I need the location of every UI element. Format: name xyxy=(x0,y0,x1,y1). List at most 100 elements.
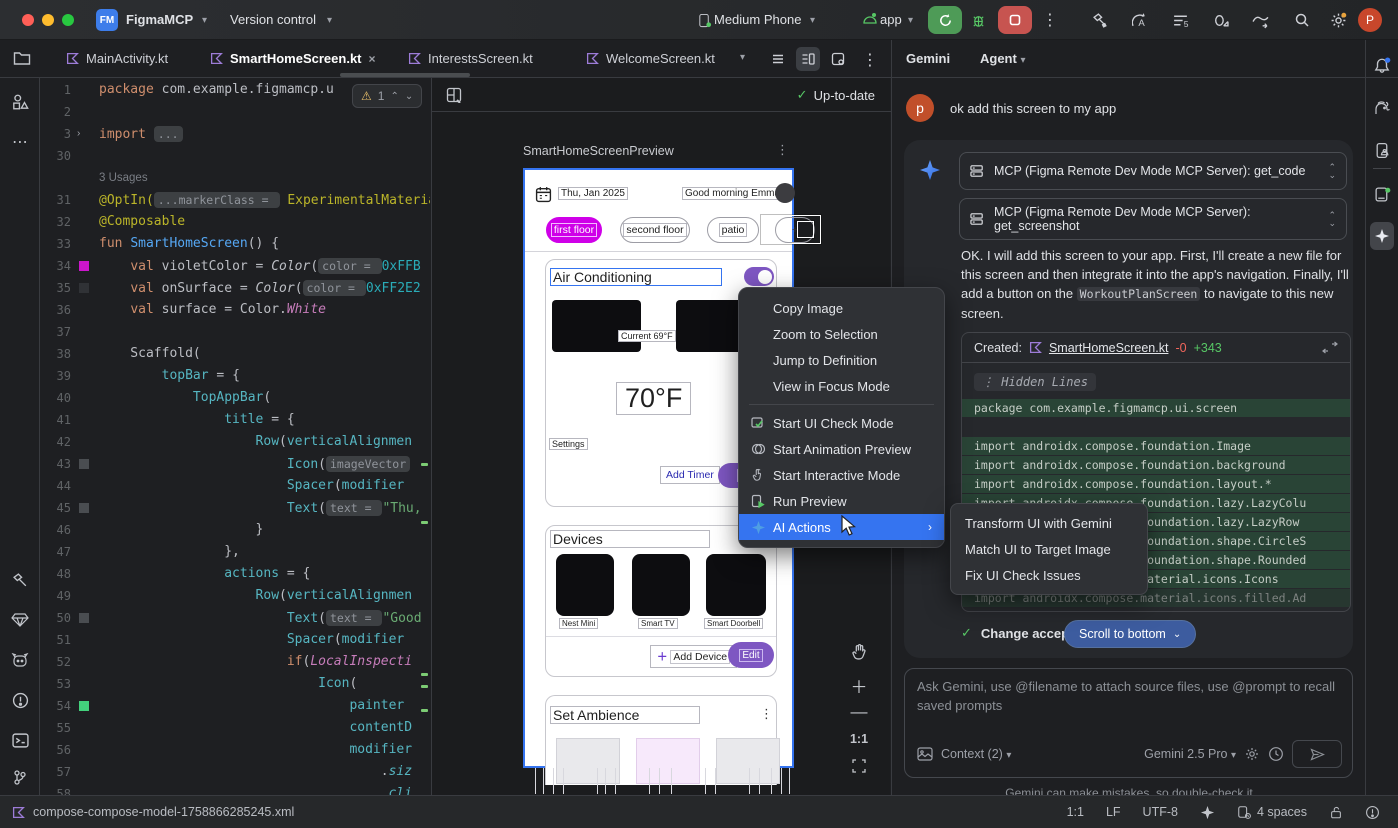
code-view-button[interactable] xyxy=(766,47,790,71)
debug-icon[interactable] xyxy=(968,10,988,30)
menu-item-match-ui[interactable]: Match UI to Target Image xyxy=(951,536,1147,562)
zoom-to-fit-button[interactable] xyxy=(846,753,872,779)
tab-list-chevron[interactable]: ▾ xyxy=(740,52,745,63)
open-diff-icon[interactable] xyxy=(1322,341,1338,355)
next-warning-chevron[interactable]: ⌄ xyxy=(405,91,413,102)
resource-manager-icon[interactable] xyxy=(8,90,32,114)
terminal-icon[interactable] xyxy=(8,728,32,752)
design-view-button[interactable] xyxy=(826,47,850,71)
notifications-bell-icon[interactable] xyxy=(1370,54,1394,78)
device-tile[interactable] xyxy=(706,554,766,616)
chip-second-floor[interactable]: second floor xyxy=(620,217,690,243)
stop-button[interactable] xyxy=(998,6,1032,34)
close-tab-icon[interactable]: × xyxy=(369,52,376,66)
zoom-level-label[interactable]: 1:1 xyxy=(846,726,872,752)
send-button[interactable] xyxy=(1292,740,1342,768)
close-window-button[interactable] xyxy=(22,14,34,26)
expand-chevrons-icon[interactable]: ⌃⌄ xyxy=(1328,163,1336,179)
chat-mode-selector[interactable]: Agent ▾ xyxy=(980,51,1026,66)
search-icon[interactable] xyxy=(1292,10,1312,30)
status-sparkle-icon[interactable] xyxy=(1200,805,1215,820)
caret-position[interactable]: 1:1 xyxy=(1067,805,1084,819)
zoom-in-button[interactable]: ＋ xyxy=(846,672,872,698)
scroll-to-bottom-button[interactable]: Scroll to bottom⌄ xyxy=(1064,620,1196,648)
profile-avatar-circle[interactable] xyxy=(775,183,795,203)
pan-hand-icon[interactable] xyxy=(846,638,872,664)
hammer-play-icon[interactable] xyxy=(1090,10,1110,30)
vcs-menu[interactable]: Version control xyxy=(230,12,316,27)
tool-call-get-code[interactable]: MCP (Figma Remote Dev Mode MCP Server): … xyxy=(959,152,1347,190)
add-device-button[interactable]: ＋ Add Device xyxy=(650,645,737,668)
git-branch-icon[interactable] xyxy=(8,765,32,789)
problems-icon[interactable] xyxy=(8,688,32,712)
edit-button[interactable]: Edit xyxy=(728,642,774,668)
logcat-cat-icon[interactable] xyxy=(8,648,32,672)
preview-menu-kebab[interactable]: ⋮ xyxy=(776,142,789,158)
device-selector[interactable]: Medium Phone xyxy=(714,12,801,27)
project-selector[interactable]: FigmaMCP xyxy=(126,12,193,27)
menu-item-copy-image[interactable]: Copy Image xyxy=(739,295,944,321)
tab-welcomescreen[interactable]: WelcomeScreen.kt xyxy=(576,40,725,77)
menu-item-run-preview[interactable]: Run Preview xyxy=(739,488,944,514)
error-circle-icon[interactable] xyxy=(1365,805,1380,820)
todo-list-icon[interactable]: 5 xyxy=(1170,10,1190,30)
tab-mainactivity[interactable]: MainActivity.kt xyxy=(56,40,178,77)
file-encoding[interactable]: UTF-8 xyxy=(1143,805,1178,819)
device-manager-icon[interactable] xyxy=(1370,138,1394,162)
tab-scrollbar-thumb[interactable] xyxy=(340,73,470,77)
run-button[interactable] xyxy=(928,6,962,34)
ac-toggle[interactable] xyxy=(744,267,774,286)
minimize-window-button[interactable] xyxy=(42,14,54,26)
bug-arrow-icon[interactable] xyxy=(1210,10,1230,30)
build-hammer-icon[interactable] xyxy=(8,568,32,592)
more-tools-icon[interactable]: ⋯ xyxy=(8,130,32,154)
device-tile[interactable] xyxy=(632,554,690,616)
hidden-lines-badge[interactable]: ⋮ Hidden Lines xyxy=(974,373,1096,391)
menu-item-view-in-focus-mode[interactable]: View in Focus Mode xyxy=(739,373,944,399)
ambience-tile[interactable] xyxy=(556,738,620,784)
menu-item-start-interactive-mode[interactable]: Start Interactive Mode xyxy=(739,462,944,488)
model-selector[interactable]: Gemini 2.5 Pro ▾ xyxy=(1144,747,1236,761)
chat-input[interactable] xyxy=(917,677,1337,733)
add-timer-button[interactable]: Add Timer xyxy=(660,466,720,484)
inspection-widget[interactable]: ⚠ 1 ⌃ ⌄ xyxy=(352,84,422,108)
profile-avatar[interactable]: P xyxy=(1358,8,1382,32)
running-devices-icon[interactable] xyxy=(1370,182,1394,206)
zoom-out-button[interactable]: — xyxy=(846,699,872,725)
settings-gear-icon[interactable] xyxy=(1328,10,1348,30)
expand-chevrons-icon[interactable]: ⌃⌄ xyxy=(1328,211,1336,227)
prev-warning-chevron[interactable]: ⌃ xyxy=(390,91,398,102)
maximize-window-button[interactable] xyxy=(62,14,74,26)
tool-call-get-screenshot[interactable]: MCP (Figma Remote Dev Mode MCP Server): … xyxy=(959,198,1347,240)
gemini-tool-icon[interactable] xyxy=(1370,222,1394,250)
tab-smarthomescreen[interactable]: SmartHomeScreen.kt × xyxy=(200,40,386,77)
run-config-selector[interactable]: app xyxy=(880,12,902,27)
line-ending[interactable]: LF xyxy=(1106,805,1121,819)
menu-item-jump-to-definition[interactable]: Jump to Definition xyxy=(739,347,944,373)
created-file-header[interactable]: Created: SmartHomeScreen.kt -0 +343 xyxy=(962,333,1350,363)
letter-a-refresh-icon[interactable]: A xyxy=(1130,10,1150,30)
status-file[interactable]: compose-compose-model-1758866285245.xml xyxy=(12,805,294,819)
indent-setting[interactable]: 4 spaces xyxy=(1237,805,1307,819)
profiler-icon[interactable] xyxy=(1250,10,1270,30)
menu-item-fix-ui-check[interactable]: Fix UI Check Issues xyxy=(951,562,1147,588)
editor-options-kebab[interactable]: ⋮ xyxy=(860,50,880,70)
ac-settings-label[interactable]: Settings xyxy=(549,438,588,450)
menu-item-start-ui-check[interactable]: Start UI Check Mode xyxy=(739,410,944,436)
ambience-kebab[interactable]: ⋮ xyxy=(760,706,773,722)
chip-patio[interactable]: patio xyxy=(707,217,759,243)
chat-settings-gear-icon[interactable] xyxy=(1244,746,1260,762)
chat-input-box[interactable]: Context (2) ▾ Gemini 2.5 Pro ▾ xyxy=(904,668,1353,778)
project-folder-icon[interactable] xyxy=(10,46,34,70)
preview-layout-icon[interactable] xyxy=(442,83,466,107)
attach-image-icon[interactable] xyxy=(917,747,933,761)
device-tile[interactable] xyxy=(556,554,614,616)
tab-interestsscreen[interactable]: InterestsScreen.kt xyxy=(398,40,543,77)
app-insights-gem-icon[interactable] xyxy=(8,608,32,632)
history-clock-icon[interactable] xyxy=(1268,746,1284,762)
created-file-link[interactable]: SmartHomeScreen.kt xyxy=(1049,341,1168,355)
gradle-elephant-icon[interactable] xyxy=(1370,96,1394,120)
more-actions-kebab[interactable]: ⋮ xyxy=(1040,10,1060,30)
code-editor[interactable]: 1package com.example.figmamcp.u23›import… xyxy=(41,79,430,795)
lock-icon[interactable] xyxy=(1329,805,1343,820)
